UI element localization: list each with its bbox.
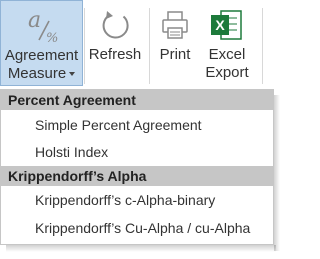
excel-label-line2: Export — [205, 64, 249, 81]
svg-text:X: X — [215, 17, 225, 33]
chevron-down-icon — [69, 72, 76, 77]
ribbon-divider — [84, 8, 85, 84]
excel-export-button[interactable]: X Excel Export — [199, 0, 255, 87]
excel-label-line1: Excel — [208, 46, 246, 63]
refresh-label: Refresh — [88, 46, 142, 63]
agreement-measure-dropdown-menu: Percent Agreement Simple Percent Agreeme… — [0, 89, 274, 245]
menu-item-simple-percent-agreement[interactable]: Simple Percent Agreement — [35, 114, 275, 136]
section-header-krippendorffs-alpha: Krippendorff’s Alpha — [1, 166, 273, 186]
agreement-measure-label-line2: Measure — [7, 65, 67, 82]
refresh-icon — [86, 6, 144, 44]
ribbon-divider — [262, 8, 263, 84]
agreement-measure-icon: a % — [1, 7, 82, 46]
menu-item-c-alpha-binary[interactable]: Krippendorff’s c-Alpha-binary — [35, 189, 275, 211]
svg-text:%: % — [46, 31, 58, 45]
excel-icon: X — [199, 6, 255, 44]
print-button[interactable]: Print — [152, 0, 198, 87]
agreement-measure-button[interactable]: a % Agreement Measure — [0, 0, 83, 86]
printer-icon — [152, 6, 198, 44]
menu-item-holsti-index[interactable]: Holsti Index — [35, 141, 275, 163]
ribbon-divider — [149, 8, 150, 84]
refresh-button[interactable]: Refresh — [86, 0, 144, 87]
section-header-percent-agreement: Percent Agreement — [1, 90, 273, 110]
menu-item-cu-alpha[interactable]: Krippendorff’s Cu-Alpha / cu-Alpha — [35, 217, 275, 239]
svg-text:a: a — [28, 8, 41, 33]
print-label: Print — [159, 46, 191, 63]
agreement-measure-label-line1: Agreement — [4, 47, 79, 64]
menu-shadow — [6, 245, 276, 252]
ribbon-toolbar: a % Agreement Measure Refresh Print X Ex… — [0, 0, 285, 89]
